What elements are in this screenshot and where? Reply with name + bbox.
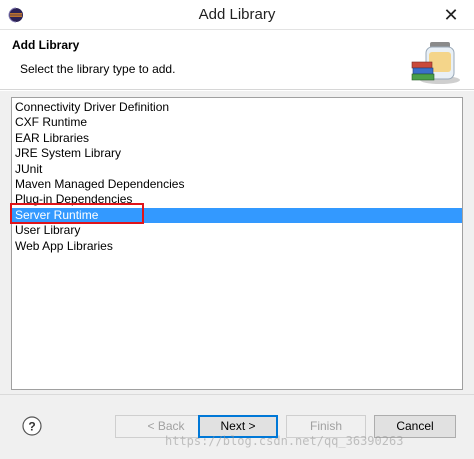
header-description: Select the library type to add. (20, 62, 176, 76)
list-item[interactable]: Maven Managed Dependencies (12, 177, 462, 192)
window-title: Add Library (198, 6, 276, 23)
list-item[interactable]: JUnit (12, 162, 462, 177)
header-title: Add Library (12, 38, 80, 52)
library-type-list[interactable]: Connectivity Driver Definition CXF Runti… (11, 97, 463, 390)
list-item[interactable]: User Library (12, 223, 462, 238)
dialog-footer: ? < Back Next > Finish Cancel (0, 394, 474, 459)
next-button[interactable]: Next > (198, 415, 278, 438)
list-item[interactable]: Connectivity Driver Definition (12, 100, 462, 115)
dialog-header: Add Library Select the library type to a… (0, 30, 474, 90)
title-bar: Add Library ✕ (0, 0, 474, 30)
close-icon: ✕ (443, 4, 459, 25)
finish-button[interactable]: Finish (286, 415, 366, 438)
close-button[interactable]: ✕ (428, 0, 474, 30)
list-item[interactable]: CXF Runtime (12, 115, 462, 130)
list-item[interactable]: JRE System Library (12, 146, 462, 161)
svg-text:?: ? (28, 420, 35, 434)
list-item[interactable]: Plug-in Dependencies (12, 192, 462, 207)
list-item-selected[interactable]: Server Runtime (12, 207, 462, 224)
library-jars-icon (411, 42, 460, 84)
dialog-body: Connectivity Driver Definition CXF Runti… (0, 91, 474, 394)
cancel-button[interactable]: Cancel (374, 415, 456, 438)
list-item[interactable]: EAR Libraries (12, 131, 462, 146)
help-icon[interactable]: ? (22, 416, 42, 436)
list-item[interactable]: Web App Libraries (12, 239, 462, 254)
